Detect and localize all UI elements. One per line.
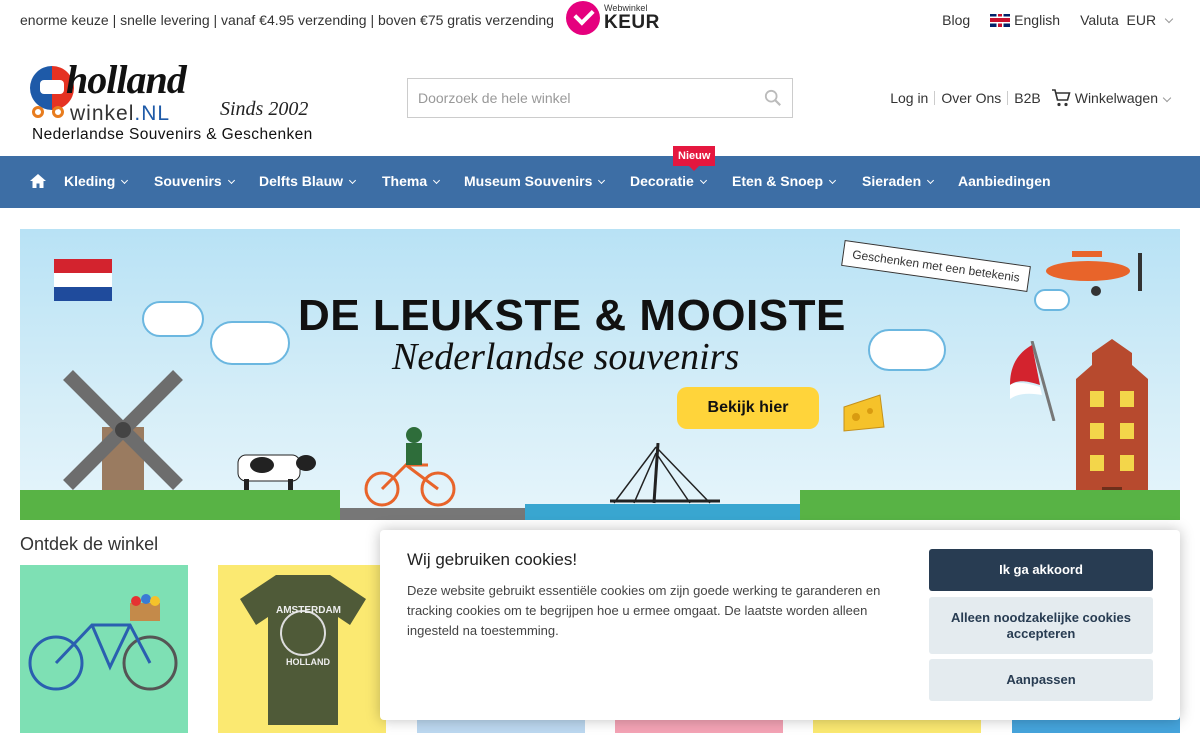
logo-sinds-text: Sinds 2002 (220, 98, 309, 120)
cart-button[interactable]: Winkelwagen (1051, 88, 1172, 108)
site-logo[interactable]: holland winkel.NL Sinds 2002 Nederlandse… (30, 52, 330, 147)
nav-item-kleding[interactable]: Kleding (64, 173, 129, 189)
cart-label: Winkelwagen (1074, 90, 1158, 106)
currency-value: EUR (1126, 12, 1157, 28)
chevron-down-icon (828, 176, 837, 185)
header-links: Log in Over Ons B2B Winkelwagen (890, 88, 1172, 108)
logo-tagline: Nederlandse Souvenirs & Geschenken (32, 126, 313, 143)
search-input[interactable] (408, 79, 748, 117)
home-icon[interactable] (29, 173, 47, 189)
logo-nl-text: .NL (134, 102, 171, 125)
search-box (407, 78, 793, 118)
language-label: English (1014, 12, 1061, 28)
hero-banner[interactable]: Geschenken met een betekenis DE LEUKSTE … (20, 229, 1180, 520)
dutch-flag-pole-icon (1010, 341, 1056, 421)
keur-check-icon (566, 1, 600, 35)
cart-icon (1051, 89, 1071, 107)
login-link[interactable]: Log in (890, 90, 928, 106)
chevron-down-icon (598, 176, 606, 185)
cookie-text: Deze website gebruikt essentiële cookies… (407, 583, 881, 638)
bridge-icon (610, 443, 720, 504)
category-tile-shirt[interactable]: AMSTERDAM HOLLAND (218, 565, 386, 733)
over-ons-link[interactable]: Over Ons (941, 90, 1001, 106)
logo-wheels-icon (32, 106, 64, 118)
banner-water (525, 504, 805, 520)
cookie-consent-dialog: Wij gebruiken cookies! Deze website gebr… (380, 530, 1180, 720)
banner-grass (800, 490, 1180, 520)
banner-grass (20, 490, 340, 520)
nav-item-museum-souvenirs[interactable]: Museum Souvenirs (464, 173, 606, 189)
dutch-flag-icon (54, 259, 112, 301)
main-navigation: Kleding Souvenirs Delfts Blauw Thema Mus… (0, 146, 1200, 208)
divider (934, 91, 936, 105)
banner-headline: DE LEUKSTE & MOOISTE (298, 291, 846, 340)
chevron-down-icon (433, 176, 441, 185)
cloud-icon (210, 321, 290, 365)
new-badge: Nieuw (673, 146, 716, 171)
b2b-link[interactable]: B2B (1014, 90, 1040, 106)
chevron-down-icon (227, 176, 235, 185)
windmill-icon (63, 370, 183, 501)
keur-big-text: KEUR (604, 12, 660, 33)
logo-winkel-text: winkel.NL (70, 102, 171, 125)
cyclist-icon (364, 427, 456, 507)
nav-item-eten-snoep[interactable]: Eten & Snoep (732, 173, 837, 189)
currency-label: Valuta (1080, 12, 1119, 28)
chevron-down-icon (121, 176, 129, 185)
bicycle-souvenir-icon (28, 594, 178, 691)
logo-holland-text: holland (66, 57, 187, 102)
customize-cookies-button[interactable]: Aanpassen (929, 659, 1153, 701)
nav-item-thema[interactable]: Thema (382, 173, 441, 189)
nav-item-delfts-blauw[interactable]: Delfts Blauw (259, 173, 357, 189)
shirt-top-text: AMSTERDAM (276, 605, 341, 616)
chevron-down-icon (699, 176, 707, 185)
tshirt-icon (240, 575, 366, 725)
section-title: Ontdek de winkel (20, 534, 159, 554)
banner-cta-button[interactable]: Bekijk hier (677, 387, 819, 429)
banner-subline: Nederlandse souvenirs (392, 336, 740, 378)
usp-text: enorme keuze | snelle levering | vanaf €… (20, 12, 554, 28)
uk-flag-icon (990, 13, 1011, 27)
divider (1007, 91, 1009, 105)
chevron-down-icon (1164, 14, 1174, 24)
category-tile-fiets[interactable] (20, 565, 188, 733)
nav-item-decoratie[interactable]: Decoratie (630, 173, 707, 189)
shirt-bottom-text: HOLLAND (286, 657, 330, 667)
cloud-icon (868, 329, 946, 371)
banner-ribbon: Geschenken met een betekenis (841, 240, 1031, 292)
nav-item-souvenirs[interactable]: Souvenirs (154, 173, 235, 189)
banner-road (340, 508, 530, 520)
currency-switcher[interactable]: Valuta EUR (1080, 12, 1174, 28)
search-icon[interactable] (764, 89, 782, 107)
cheese-icon (843, 394, 885, 432)
airplane-icon (1046, 251, 1142, 296)
chevron-down-icon (348, 176, 357, 185)
cow-icon (237, 454, 316, 491)
cookie-title: Wij gebruiken cookies! (407, 550, 578, 569)
cloud-icon (142, 301, 204, 337)
blog-link[interactable]: Blog (942, 12, 970, 28)
necessary-cookies-button[interactable]: Alleen noodzakelijke cookies accepteren (929, 597, 1153, 654)
nav-item-sieraden[interactable]: Sieraden (862, 173, 935, 189)
chevron-down-icon (927, 176, 935, 185)
language-switcher[interactable]: English (990, 12, 1060, 28)
webwinkel-keur-logo[interactable]: Webwinkel KEUR (566, 0, 660, 36)
top-bar: enorme keuze | snelle levering | vanaf €… (0, 0, 1200, 40)
nav-item-aanbiedingen[interactable]: Aanbiedingen (958, 173, 1051, 189)
chevron-down-icon (1162, 93, 1172, 103)
accept-cookies-button[interactable]: Ik ga akkoord (929, 549, 1153, 591)
